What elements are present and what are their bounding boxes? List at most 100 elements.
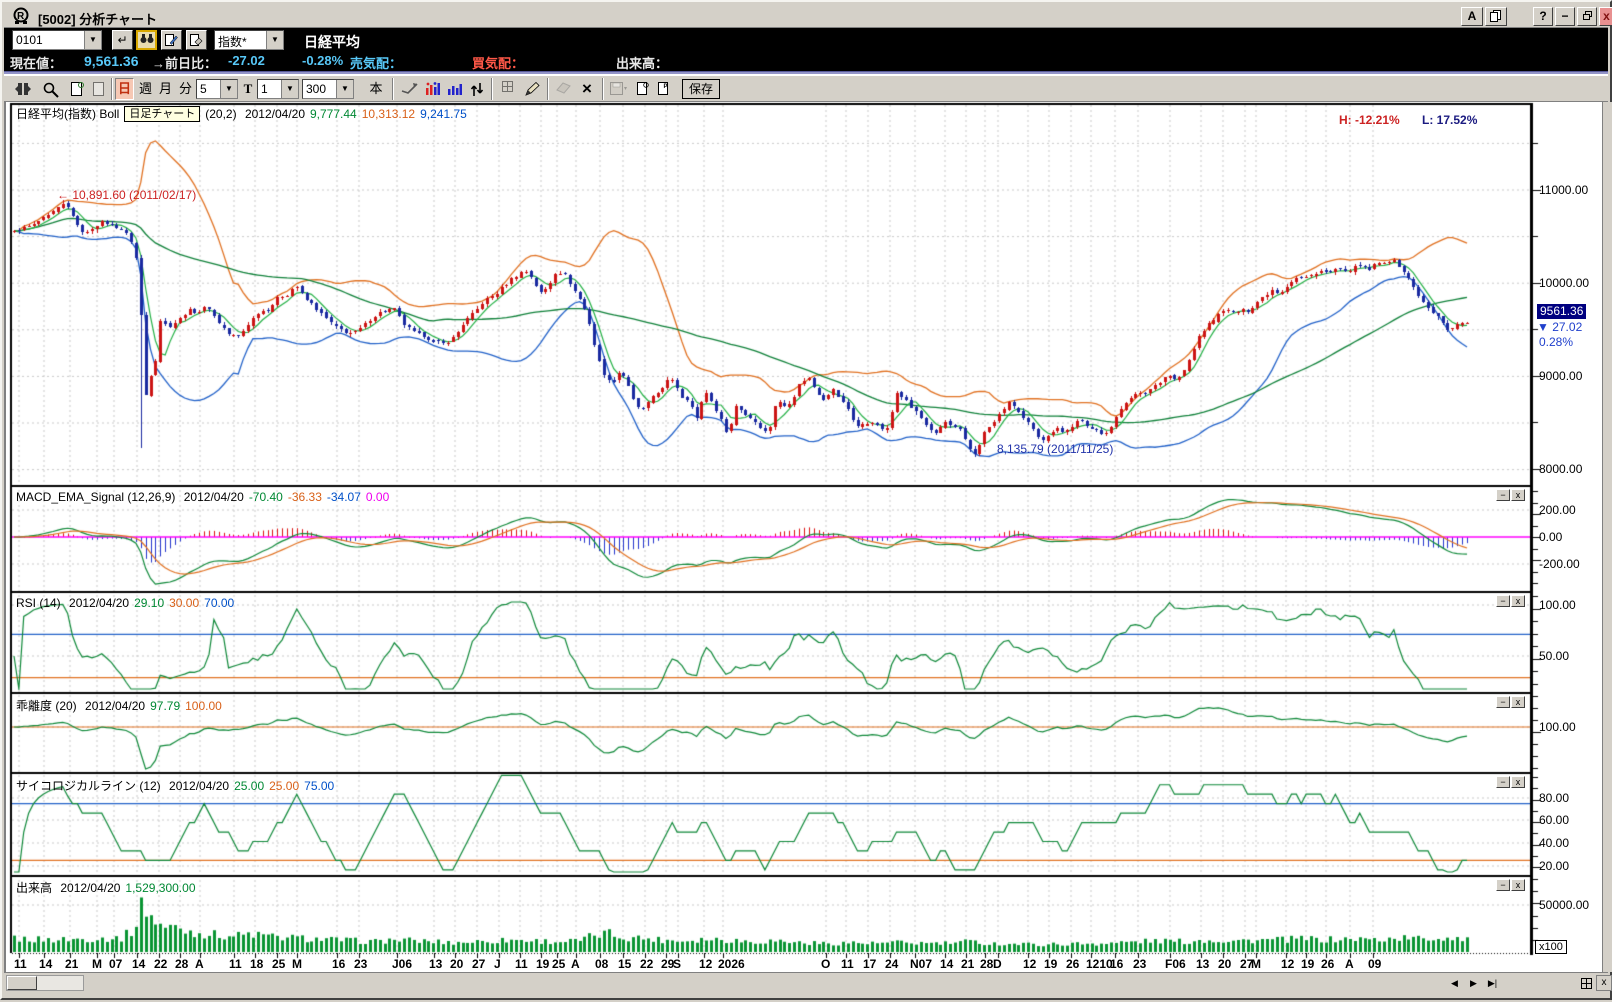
psych-panel-header: サイコロジカルライン (12) 2012/04/2025.0025.0075.0…: [16, 777, 344, 794]
grid-icon: [1581, 978, 1592, 989]
x-axis-label: 19: [1301, 957, 1314, 971]
panel-minimize-button[interactable]: −: [1496, 776, 1510, 788]
y-axis-label: -200.00: [1539, 557, 1580, 571]
scrollbar-thumb[interactable]: [7, 976, 37, 990]
x-axis-label: 15: [618, 957, 631, 971]
x-axis-label: 22: [640, 957, 653, 971]
y-axis-label: 200.00: [1539, 503, 1576, 517]
main-title: 日経平均(指数) Boll: [16, 107, 119, 121]
indicator-value: -34.07: [327, 490, 361, 504]
indicator-value: 30.00: [169, 596, 199, 610]
kairi-title: 乖離度 (20): [16, 699, 77, 713]
x-axis-label: 25: [272, 957, 285, 971]
panel-grid-button[interactable]: [1578, 975, 1595, 991]
x-axis-label: 13: [1196, 957, 1209, 971]
period-low-pct: L: 17.52%: [1422, 113, 1477, 127]
scroll-right-button[interactable]: ▶: [1465, 975, 1482, 991]
panel-minimize-button[interactable]: −: [1496, 696, 1510, 708]
panel-close-button[interactable]: x: [1511, 595, 1525, 607]
indicator-value: 70.00: [204, 596, 234, 610]
x-axis-label: 1210: [1086, 957, 1113, 971]
rsi-title: RSI (14): [16, 596, 61, 610]
x-axis-label: 2026: [718, 957, 745, 971]
indicator-value: 9,777.44: [310, 107, 357, 121]
x-axis-label: 11: [229, 957, 242, 971]
x-axis-label: 24: [885, 957, 898, 971]
indicator-value: 97.79: [150, 699, 180, 713]
x-axis-label: 21: [961, 957, 974, 971]
y-axis-label: 80.00: [1539, 791, 1569, 805]
indicator-value: 100.00: [185, 699, 222, 713]
x-axis-label: 28: [980, 957, 993, 971]
x-axis-label: 23: [354, 957, 367, 971]
price-pct-tag: 0.28%: [1539, 335, 1573, 349]
panel-close-button[interactable]: x: [1511, 776, 1525, 788]
y-axis-label: 60.00: [1539, 813, 1569, 827]
panel-minimize-button[interactable]: −: [1496, 489, 1510, 501]
y-axis-label: 100.00: [1539, 720, 1576, 734]
x-axis-label: 14: [940, 957, 953, 971]
y-axis-label: 50.00: [1539, 649, 1569, 663]
x-axis-label: M: [292, 957, 302, 971]
volume-panel-header: 出来高 2012/04/201,529,300.00: [16, 879, 206, 896]
horizontal-scrollbar[interactable]: [6, 975, 84, 991]
x-axis-label: 11: [841, 957, 854, 971]
x-axis-label: 16: [332, 957, 345, 971]
app-window: R [5002] 分析チャート A ? − x 0101 ▼ ↵: [0, 0, 1612, 1000]
x-axis-label: J06: [392, 957, 412, 971]
x-axis-label: 26: [1321, 957, 1334, 971]
x-axis-label: 11: [14, 957, 27, 971]
x-axis-label: 08: [595, 957, 608, 971]
x-axis-label: J: [494, 957, 501, 971]
x-axis-label: 23: [1133, 957, 1146, 971]
indicator-value: 25.00: [269, 779, 299, 793]
x-axis-label: O: [821, 957, 830, 971]
scroll-end-button[interactable]: ▶|: [1484, 975, 1501, 991]
y-axis-label: 10000.00: [1539, 276, 1589, 290]
annotation-period-high: ← 10,891.60 (2011/02/17): [57, 188, 196, 202]
x-axis-label: 13: [429, 957, 442, 971]
x-axis-label: N07: [910, 957, 932, 971]
x-axis-label: 16: [1110, 957, 1123, 971]
panel-minimize-button[interactable]: −: [1496, 595, 1510, 607]
tooltip-daily-chart: 日足チャート: [124, 106, 200, 122]
scroll-left-button[interactable]: ◀: [1446, 975, 1463, 991]
macd-date: 2012/04/20: [184, 490, 244, 504]
right-scroll-strip[interactable]: [1602, 102, 1612, 972]
panel-close-button[interactable]: x: [1596, 975, 1612, 991]
x-axis-label: 12: [1281, 957, 1294, 971]
rsi-date: 2012/04/20: [69, 596, 129, 610]
x-axis-label: 14: [39, 957, 52, 971]
x-axis-label: 11: [515, 957, 528, 971]
indicator-value: 75.00: [304, 779, 334, 793]
x-axis-label: 17: [863, 957, 876, 971]
x-axis-label: 25: [552, 957, 565, 971]
x-axis-label: A: [1345, 957, 1354, 971]
main-panel-header: 日経平均(指数) Boll日足チャート(20,2) 2012/04/209,77…: [16, 105, 477, 123]
x-axis-label: 21: [65, 957, 78, 971]
y-axis-label: 20.00: [1539, 859, 1569, 873]
indicator-value: -70.40: [249, 490, 283, 504]
x-axis-label: D: [993, 957, 1002, 971]
x-axis-label: 27: [472, 957, 485, 971]
x-axis-label: 09: [1368, 957, 1381, 971]
annotation-period-low: 8,135.79 (2011/11/25): [997, 442, 1113, 456]
psych-date: 2012/04/20: [169, 779, 229, 793]
rsi-panel-header: RSI (14) 2012/04/20 29.10 30.00 70.00: [16, 596, 244, 610]
panel-close-button[interactable]: x: [1511, 696, 1525, 708]
price-change-tag: ▼ 27.02: [1537, 320, 1582, 334]
indicator-value: 29.10: [134, 596, 164, 610]
y-axis-label: 100.00: [1539, 598, 1576, 612]
y-axis-label: 50000.00: [1539, 898, 1589, 912]
main-date: 2012/04/20: [245, 107, 305, 121]
indicator-value: -36.33: [288, 490, 322, 504]
x-axis-label: 18: [250, 957, 263, 971]
bottom-bar: ◀ ▶ ▶| x: [4, 972, 1608, 992]
y-axis-label: 9000.00: [1539, 369, 1582, 383]
current-price-tag: 9561.36: [1537, 304, 1586, 319]
volume-date: 2012/04/20: [60, 881, 120, 895]
panel-close-button[interactable]: x: [1511, 879, 1525, 891]
panel-close-button[interactable]: x: [1511, 489, 1525, 501]
panel-minimize-button[interactable]: −: [1496, 879, 1510, 891]
x-axis-label: M: [92, 957, 102, 971]
